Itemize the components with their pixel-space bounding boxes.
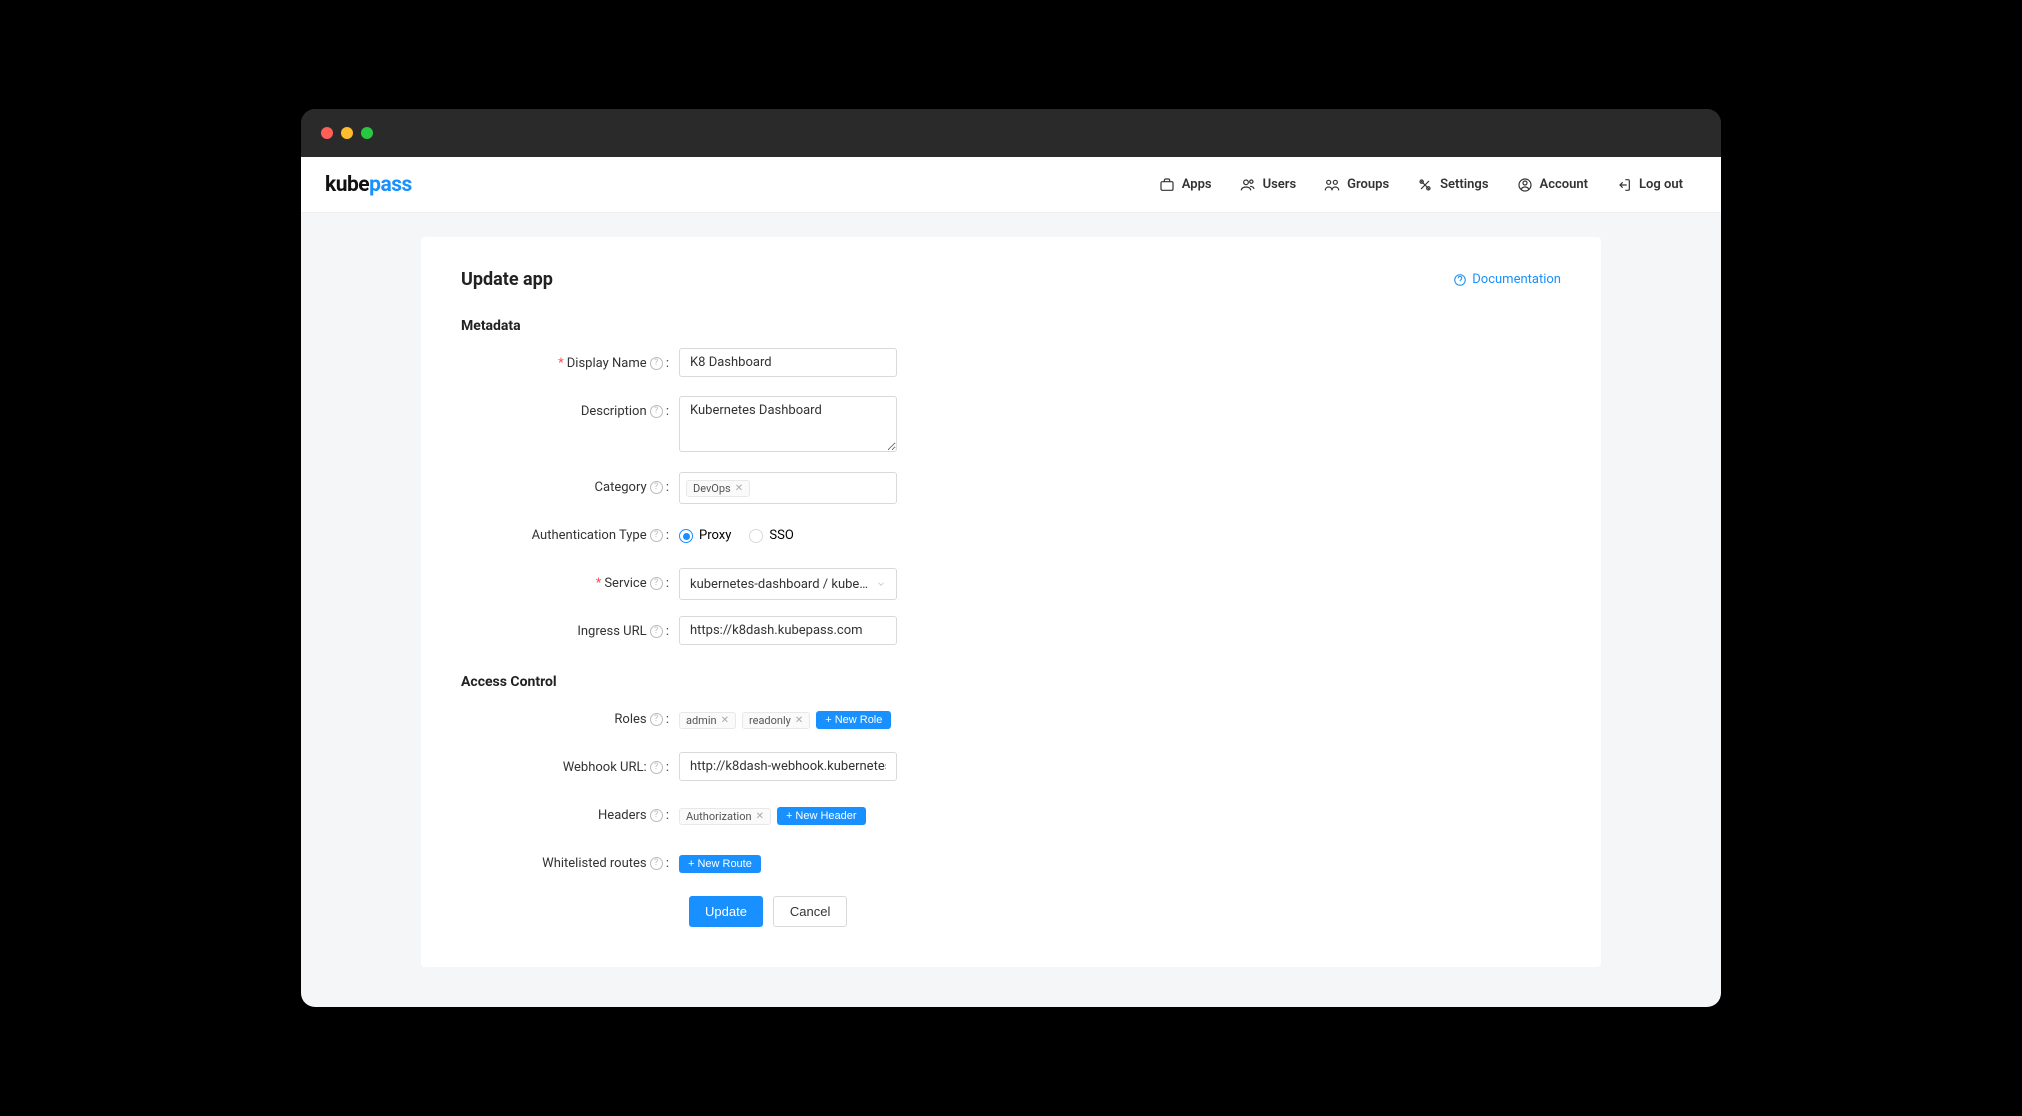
nav-apps-label: Apps	[1182, 177, 1212, 192]
display-name-input[interactable]	[679, 348, 897, 377]
role-tag[interactable]: admin✕	[679, 712, 736, 729]
page-title: Update app	[461, 269, 553, 290]
chevron-down-icon	[876, 579, 886, 589]
category-input[interactable]: DevOps✕	[679, 472, 897, 504]
form-card: Update app Documentation Metadata *Displ…	[421, 237, 1601, 967]
nav-users[interactable]: Users	[1226, 177, 1311, 193]
top-nav: kubepass Apps Users Groups Settings A	[301, 157, 1721, 213]
auth-type-proxy[interactable]: Proxy	[679, 520, 731, 552]
nav-groups[interactable]: Groups	[1310, 177, 1403, 193]
new-header-button[interactable]: + New Header	[777, 807, 866, 825]
nav-logout[interactable]: Log out	[1602, 177, 1697, 193]
label-roles: Roles? :	[461, 704, 679, 736]
window-minimize-button[interactable]	[341, 127, 353, 139]
logo-part-2: pass	[369, 173, 412, 197]
new-role-button[interactable]: + New Role	[816, 711, 891, 729]
label-category: Category? :	[461, 472, 679, 504]
label-auth-type: Authentication Type? :	[461, 520, 679, 552]
cancel-button[interactable]: Cancel	[773, 896, 847, 927]
users-icon	[1240, 177, 1256, 193]
help-icon	[1453, 273, 1467, 287]
remove-tag-icon[interactable]: ✕	[721, 715, 729, 726]
update-button[interactable]: Update	[689, 896, 763, 927]
label-webhook-url: Webhook URL:? :	[461, 752, 679, 784]
remove-tag-icon[interactable]: ✕	[795, 715, 803, 726]
role-tag[interactable]: readonly✕	[742, 712, 810, 729]
section-metadata: Metadata	[461, 318, 1561, 334]
help-icon[interactable]: ?	[650, 857, 663, 870]
help-icon[interactable]: ?	[650, 713, 663, 726]
section-access-control: Access Control	[461, 674, 1561, 690]
help-icon[interactable]: ?	[650, 481, 663, 494]
logout-icon	[1616, 177, 1632, 193]
window-maximize-button[interactable]	[361, 127, 373, 139]
auth-type-sso[interactable]: SSO	[749, 520, 793, 552]
remove-tag-icon[interactable]: ✕	[735, 483, 743, 494]
nav-groups-label: Groups	[1347, 177, 1389, 192]
ingress-url-input[interactable]	[679, 616, 897, 645]
app-window: kubepass Apps Users Groups Settings A	[301, 109, 1721, 1007]
account-icon	[1517, 177, 1533, 193]
titlebar	[301, 109, 1721, 157]
groups-icon	[1324, 177, 1340, 193]
label-display-name: *Display Name? :	[461, 348, 679, 380]
settings-icon	[1417, 177, 1433, 193]
nav-account[interactable]: Account	[1503, 177, 1602, 193]
service-select[interactable]: kubernetes-dashboard / kubernetes-...	[679, 568, 897, 600]
documentation-label: Documentation	[1472, 272, 1561, 287]
nav-users-label: Users	[1263, 177, 1297, 192]
label-ingress-url: Ingress URL? :	[461, 616, 679, 648]
category-tag[interactable]: DevOps✕	[686, 480, 750, 497]
description-input[interactable]	[679, 396, 897, 452]
help-icon[interactable]: ?	[650, 577, 663, 590]
apps-icon	[1159, 177, 1175, 193]
label-whitelisted-routes: Whitelisted routes? :	[461, 848, 679, 880]
radio-icon	[679, 529, 693, 543]
app-body: kubepass Apps Users Groups Settings A	[301, 157, 1721, 1007]
label-description: Description? :	[461, 396, 679, 428]
label-service: *Service? :	[461, 568, 679, 600]
help-icon[interactable]: ?	[650, 625, 663, 638]
header-tag[interactable]: Authorization✕	[679, 808, 771, 825]
service-value: kubernetes-dashboard / kubernetes-...	[690, 577, 870, 592]
logo-part-1: kube	[325, 173, 369, 197]
help-icon[interactable]: ?	[650, 809, 663, 822]
nav-settings[interactable]: Settings	[1403, 177, 1502, 193]
nav-logout-label: Log out	[1639, 177, 1683, 192]
help-icon[interactable]: ?	[650, 529, 663, 542]
nav-settings-label: Settings	[1440, 177, 1488, 192]
nav-apps[interactable]: Apps	[1145, 177, 1226, 193]
window-close-button[interactable]	[321, 127, 333, 139]
webhook-url-input[interactable]	[679, 752, 897, 781]
label-headers: Headers? :	[461, 800, 679, 832]
help-icon[interactable]: ?	[650, 761, 663, 774]
radio-icon	[749, 529, 763, 543]
help-icon[interactable]: ?	[650, 357, 663, 370]
help-icon[interactable]: ?	[650, 405, 663, 418]
remove-tag-icon[interactable]: ✕	[756, 811, 764, 822]
logo[interactable]: kubepass	[325, 173, 412, 197]
new-route-button[interactable]: + New Route	[679, 855, 761, 873]
documentation-link[interactable]: Documentation	[1453, 272, 1561, 287]
nav-account-label: Account	[1540, 177, 1588, 192]
